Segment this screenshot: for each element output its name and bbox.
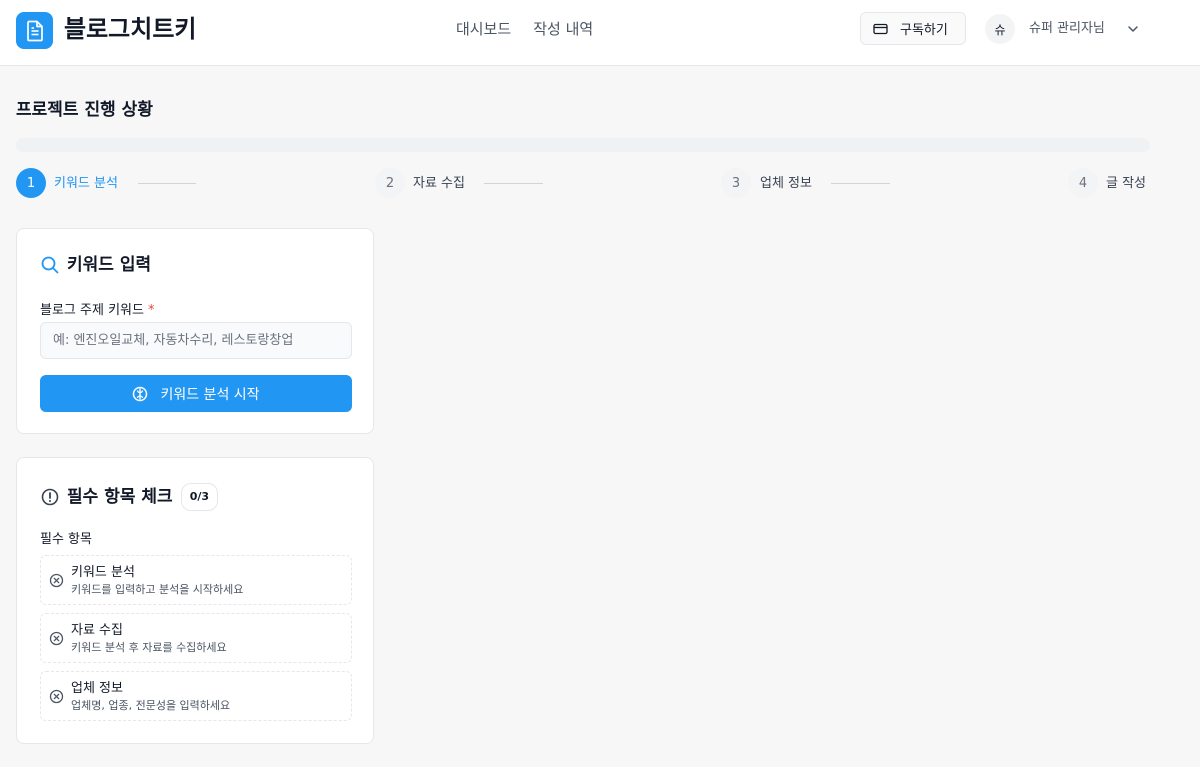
start-keyword-analysis-button[interactable]: 키워드 분석 시작 [40, 375, 352, 412]
chevron-down-icon[interactable] [1126, 22, 1140, 36]
nav-dashboard[interactable]: 대시보드 [456, 19, 511, 39]
step-connector [138, 183, 196, 184]
required-checklist-card: 필수 항목 체크 0/3 필수 항목 키워드 분석 키워드를 입력하고 분석을 … [16, 457, 374, 744]
subscribe-label: 구독하기 [900, 23, 948, 38]
step-3-circle[interactable]: 3 [721, 168, 751, 198]
start-button-label: 키워드 분석 시작 [160, 386, 260, 403]
logo[interactable] [16, 12, 53, 49]
step-2-label[interactable]: 자료 수집 [413, 176, 465, 192]
credit-card-icon [873, 23, 888, 34]
search-icon [41, 256, 59, 274]
step-connector [484, 183, 543, 184]
username[interactable]: 슈퍼 관리자님 [1029, 21, 1105, 37]
alert-circle-icon [41, 488, 59, 506]
step-4-circle[interactable]: 4 [1068, 168, 1098, 198]
keyword-field-label-text: 블로그 주제 키워드 [40, 303, 144, 318]
x-circle-icon [49, 631, 64, 646]
keyword-card-title: 키워드 입력 [41, 254, 151, 276]
list-item[interactable]: 자료 수집 키워드 분석 후 자료를 수집하세요 [40, 613, 352, 663]
list-item-title: 키워드 분석 [71, 565, 135, 580]
x-circle-icon [49, 573, 64, 588]
nav-history[interactable]: 작성 내역 [533, 19, 593, 39]
keyword-field-label: 블로그 주제 키워드 * [40, 302, 154, 320]
checklist-card-title: 필수 항목 체크 0/3 [41, 483, 219, 511]
progress-bar [16, 138, 1150, 152]
checklist-card-title-text: 필수 항목 체크 [67, 487, 173, 507]
required-mark: * [147, 303, 155, 318]
checklist-count-badge: 0/3 [180, 483, 219, 511]
subscribe-button[interactable]: 구독하기 [860, 12, 966, 45]
main-nav: 대시보드 작성 내역 [456, 19, 593, 39]
brain-icon [133, 386, 148, 401]
step-1-circle[interactable]: 1 [16, 168, 46, 198]
list-item-description: 키워드를 입력하고 분석을 시작하세요 [71, 583, 244, 596]
step-3-label[interactable]: 업체 정보 [760, 176, 812, 192]
list-item-title: 자료 수집 [71, 623, 123, 638]
list-item-title: 업체 정보 [71, 681, 123, 696]
avatar[interactable]: 슈 [985, 14, 1015, 44]
keyword-card-title-text: 키워드 입력 [67, 255, 152, 275]
list-item-description: 키워드 분석 후 자료를 수집하세요 [71, 641, 227, 654]
checklist-subhead: 필수 항목 [40, 532, 92, 547]
list-item[interactable]: 키워드 분석 키워드를 입력하고 분석을 시작하세요 [40, 555, 352, 605]
keyword-input-card: 키워드 입력 블로그 주제 키워드* 키워드 분석 시작 [16, 228, 374, 434]
step-4-label[interactable]: 글 작성 [1106, 176, 1146, 192]
progress-title: 프로젝트 진행 상황 [16, 100, 153, 120]
step-1-label[interactable]: 키워드 분석 [54, 176, 118, 192]
keyword-input[interactable] [40, 322, 352, 359]
list-item[interactable]: 업체 정보 업체명, 업종, 전문성을 입력하세요 [40, 671, 352, 721]
top-header: 블로그치트키 대시보드 작성 내역 구독하기 슈 슈퍼 관리자님 [0, 0, 1200, 66]
document-icon [26, 20, 43, 41]
brand-name[interactable]: 블로그치트키 [64, 14, 196, 44]
step-2-circle[interactable]: 2 [375, 168, 405, 198]
x-circle-icon [49, 689, 64, 704]
step-connector [831, 183, 890, 184]
list-item-description: 업체명, 업종, 전문성을 입력하세요 [71, 699, 231, 712]
